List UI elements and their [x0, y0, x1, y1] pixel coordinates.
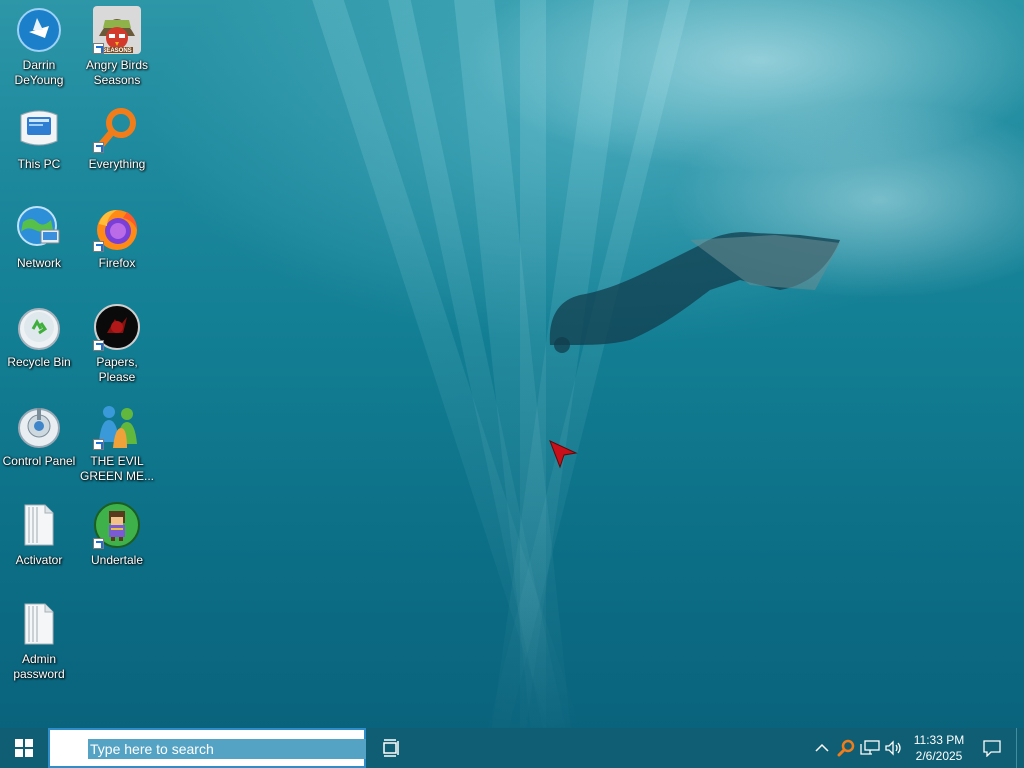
desktop-icon-label: Undertale — [90, 553, 144, 567]
desktop-icon-activator[interactable]: Activator — [1, 497, 77, 589]
magnifier-icon — [837, 739, 855, 757]
desktop-icon-label: Firefox — [98, 256, 136, 270]
shortcut-arrow-icon — [93, 439, 104, 450]
shortcut-arrow-icon — [93, 43, 104, 54]
action-center-button[interactable] — [978, 728, 1006, 768]
computer-icon — [15, 105, 63, 153]
show-desktop-button[interactable] — [1016, 728, 1024, 768]
shortcut-arrow-icon — [93, 340, 104, 351]
clock-date: 2/6/2025 — [915, 749, 963, 763]
user-folder-icon — [15, 6, 63, 54]
desktop-icon-label: Recycle Bin — [7, 355, 71, 369]
desktop-icon-firefox[interactable]: Firefox — [79, 200, 155, 292]
control-panel-icon — [15, 402, 63, 450]
shortcut-arrow-icon — [93, 241, 104, 252]
desktop-icon-network[interactable]: Network — [1, 200, 77, 292]
desktop-icon-undertale[interactable]: Undertale — [79, 497, 155, 589]
windows-logo-icon — [15, 739, 33, 757]
desktop-icon-user-folder[interactable]: Darrin DeYoung — [1, 2, 77, 94]
desktop-icon-label: Darrin DeYoung — [14, 58, 64, 87]
mouse-pointer-icon — [549, 440, 578, 469]
desktop-icon-this-pc[interactable]: This PC — [1, 101, 77, 193]
desktop-icon-control-panel[interactable]: Control Panel — [1, 398, 77, 490]
desktop-icon-label: THE EVIL GREEN ME... — [79, 454, 154, 483]
shortcut-arrow-icon — [93, 142, 104, 153]
taskbar: Type here to search 11:33 PM 2/6/2025 — [0, 728, 1024, 768]
desktop-icon-papers-please[interactable]: Papers, Please — [79, 299, 155, 391]
clock-time: 11:33 PM — [913, 733, 965, 747]
diver-silhouette — [549, 232, 840, 353]
notification-icon — [983, 740, 1001, 757]
undertale-icon — [93, 501, 141, 549]
desktop-icon-label: Network — [16, 256, 61, 270]
desktop-icon-label: Activator — [15, 553, 63, 567]
start-button[interactable] — [0, 728, 48, 768]
desktop-icon-label: Control Panel — [2, 454, 76, 468]
network-icon — [860, 740, 880, 755]
messenger-people-icon — [93, 402, 141, 450]
shortcut-arrow-icon — [93, 538, 104, 549]
taskbar-clock[interactable]: 11:33 PM 2/6/2025 — [906, 728, 972, 768]
desktop-icon-the-evil-green-me[interactable]: THE EVIL GREEN ME... — [79, 398, 155, 490]
desktop-icon-label: Angry Birds Seasons — [85, 58, 149, 87]
desktop-icon-angry-birds-seasons[interactable]: SEASONS Angry Birds Seasons — [79, 2, 155, 94]
desktop-icon-label: This PC — [17, 157, 61, 171]
task-view-icon — [383, 739, 399, 757]
desktop-icon-everything[interactable]: Everything — [79, 101, 155, 193]
search-input[interactable]: Type here to search — [90, 741, 214, 758]
desktop-icon-label: Papers, Please — [96, 355, 138, 384]
desktop-icon-admin-password[interactable]: Admin password — [1, 596, 77, 688]
network-globe-icon — [15, 204, 63, 252]
desktop-icon-label: Everything — [88, 157, 146, 171]
folder-icon — [15, 501, 63, 549]
desktop-icon-recycle-bin[interactable]: Recycle Bin — [1, 299, 77, 391]
show-hidden-icons-button[interactable] — [810, 728, 834, 768]
angry-birds-icon: SEASONS — [93, 6, 141, 54]
recycle-bin-icon — [15, 303, 63, 351]
papers-please-icon — [93, 303, 141, 351]
chevron-up-icon — [815, 743, 829, 752]
folder-icon — [15, 600, 63, 648]
speaker-icon — [885, 740, 901, 756]
magnifier-icon — [93, 105, 141, 153]
task-view-button[interactable] — [372, 728, 412, 768]
desktop-icon-label: Admin password — [13, 652, 65, 681]
taskbar-search-box[interactable]: Type here to search — [48, 728, 366, 768]
angry-birds-badge: SEASONS — [102, 48, 131, 54]
firefox-icon — [93, 204, 141, 252]
tray-network-button[interactable] — [858, 728, 882, 768]
tray-everything-button[interactable] — [834, 728, 858, 768]
tray-volume-button[interactable] — [882, 728, 906, 768]
